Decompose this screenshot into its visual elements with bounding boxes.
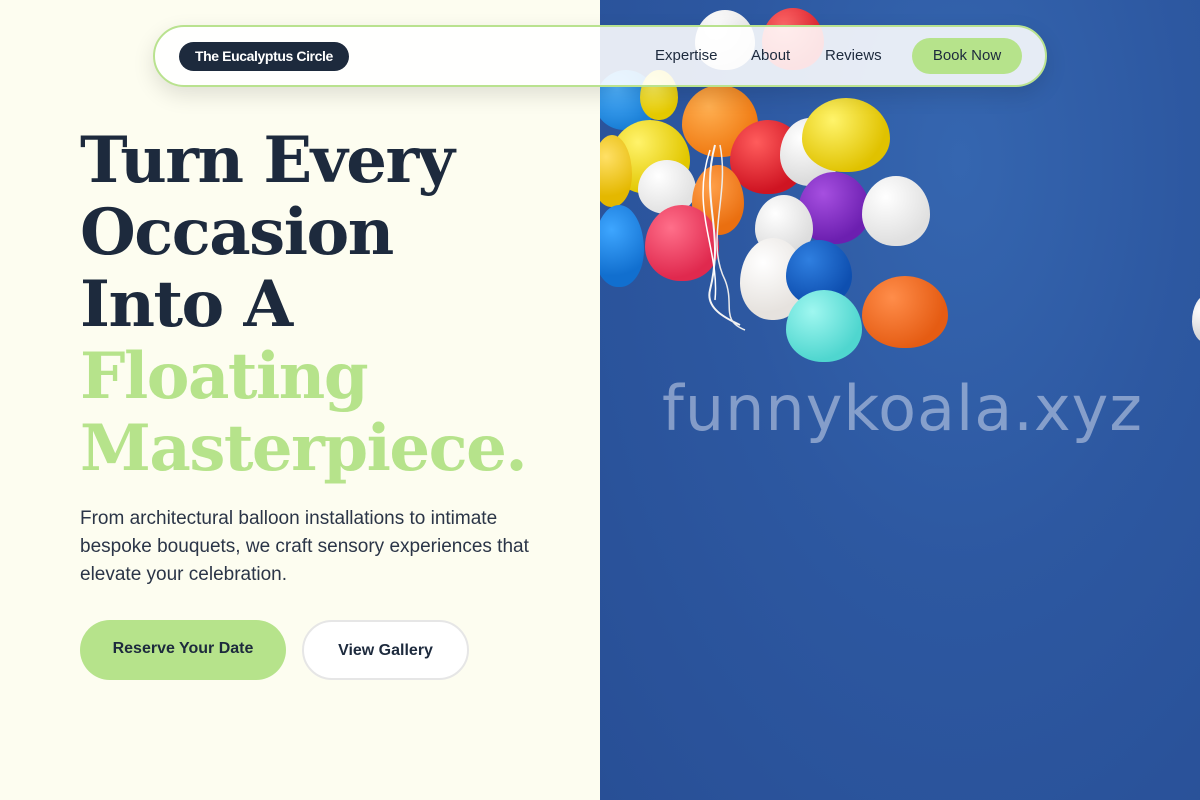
balloon [600, 205, 644, 287]
book-now-button[interactable]: Book Now [912, 38, 1022, 74]
balloon [862, 276, 948, 348]
headline-highlight-line: Floating [80, 339, 369, 414]
top-navbar: The Eucalyptus Circle Expertise About Re… [153, 25, 1047, 87]
brand-logo[interactable]: The Eucalyptus Circle [179, 42, 349, 71]
balloon [802, 98, 890, 172]
reserve-date-button[interactable]: Reserve Your Date [80, 620, 286, 680]
hero-headline: Turn Every Occasion Into A Floating Mast… [80, 123, 528, 486]
balloons-hero-image: funnykoala.xyz [600, 0, 1200, 800]
balloon-strings [702, 144, 746, 331]
headline-line: Into A [80, 267, 293, 342]
headline-line: Turn Every [80, 123, 455, 198]
hero-description: From architectural balloon installations… [80, 508, 529, 585]
view-gallery-button[interactable]: View Gallery [302, 620, 469, 680]
balloon [786, 290, 862, 362]
hero-text-panel: Turn Every Occasion Into A Floating Mast… [0, 0, 600, 800]
headline-line: Occasion [80, 195, 394, 270]
nav-link-expertise[interactable]: Expertise [655, 47, 718, 64]
balloon [1192, 295, 1200, 343]
nav-link-about[interactable]: About [751, 47, 790, 64]
balloon [862, 176, 930, 246]
headline-highlight-line: Masterpiece. [80, 411, 528, 486]
image-watermark: funnykoala.xyz [662, 372, 1143, 445]
nav-link-reviews[interactable]: Reviews [825, 47, 882, 64]
